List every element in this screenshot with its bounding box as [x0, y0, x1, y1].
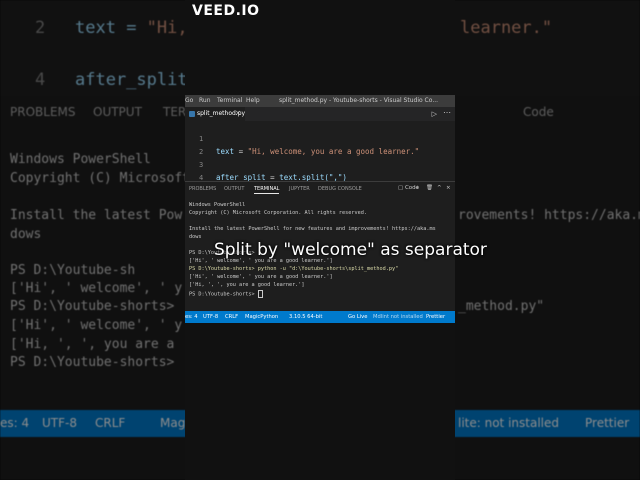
- video-caption: Split by "welcome" as separator: [214, 240, 487, 260]
- terminal-line: dows: [189, 234, 202, 240]
- bg-term-fragment: rovements! https://aka.ms: [458, 208, 640, 223]
- tab-output[interactable]: OUTPUT: [224, 186, 244, 192]
- bg-line-number: 2: [35, 18, 46, 38]
- chevron-up-icon[interactable]: ^: [437, 185, 442, 191]
- bg-tab: PROBLEMS: [10, 105, 76, 119]
- vscode-window: Go Run Terminal Help split_method.py - Y…: [185, 95, 455, 323]
- menu-run[interactable]: Run: [199, 97, 211, 104]
- status-spaces[interactable]: es: 4: [185, 314, 198, 320]
- status-language[interactable]: MagicPython: [245, 314, 278, 320]
- status-python-version[interactable]: 3.10.5 64-bit: [289, 314, 322, 320]
- status-mdlint[interactable]: Mdlint not installed: [373, 314, 423, 320]
- bg-term-line: ['Hi, ', ', you are a: [10, 337, 175, 352]
- bg-status-item: es: 4: [0, 416, 30, 430]
- bg-status-item: CRLF: [95, 416, 126, 430]
- status-go-live[interactable]: Go Live: [348, 314, 367, 320]
- bg-term-line: Windows PowerShell: [10, 152, 151, 167]
- line-number: 1: [199, 135, 204, 143]
- bg-code-line: text = "Hi,: [75, 18, 188, 38]
- status-bar: es: 4 UTF-8 CRLF MagicPython 3.10.5 64-b…: [185, 311, 455, 323]
- bg-code-op: =: [115, 18, 147, 38]
- menu-help[interactable]: Help: [246, 97, 260, 104]
- bg-term-line: PS D:\Youtube-sh: [10, 263, 136, 278]
- menu-go[interactable]: Go: [185, 97, 193, 104]
- tab-debug-console[interactable]: DEBUG CONSOLE: [318, 186, 362, 192]
- tab-problems[interactable]: PROBLEMS: [189, 186, 216, 192]
- code-var: text: [216, 147, 235, 156]
- bg-term-line: Install the latest Pow: [10, 208, 183, 223]
- veed-watermark: VEED.IO: [192, 3, 260, 19]
- terminal-line: Windows PowerShell: [189, 202, 246, 208]
- bg-status-item: UTF-8: [42, 416, 77, 430]
- terminal-prompt[interactable]: PS D:\Youtube-shorts>: [189, 290, 263, 298]
- terminal-line: ['Hi, ', ', you are a good learner.']: [189, 282, 305, 288]
- trash-icon[interactable]: 🗑: [426, 185, 433, 191]
- add-terminal-icon[interactable]: +: [415, 185, 420, 191]
- tab-terminal[interactable]: TERMINAL: [254, 186, 280, 194]
- terminal-icon: ▢: [398, 185, 405, 191]
- editor-tab-split-method[interactable]: split_method.py ×: [185, 107, 245, 121]
- bg-tab: TER: [163, 105, 187, 119]
- close-icon[interactable]: ×: [235, 109, 241, 117]
- status-eol[interactable]: CRLF: [225, 314, 238, 320]
- terminal-line: Install the latest PowerShell for new fe…: [189, 226, 436, 232]
- bg-code-tail: learner.": [460, 18, 553, 38]
- bg-status-item: Prettier: [585, 416, 630, 430]
- bg-term-line: dows: [10, 227, 42, 242]
- bg-line-number: 4: [35, 70, 46, 90]
- bg-code-line: after_split: [75, 70, 188, 90]
- bg-status-item: lite: not installed: [458, 416, 559, 430]
- tab-jupyter[interactable]: JUPYTER: [289, 186, 310, 192]
- close-panel-icon[interactable]: ×: [446, 185, 451, 191]
- status-encoding[interactable]: UTF-8: [203, 314, 218, 320]
- bg-code-var: text: [75, 18, 116, 38]
- bg-tab: OUTPUT: [93, 105, 142, 119]
- title-bar: Go Run Terminal Help split_method.py - Y…: [185, 95, 455, 107]
- terminal-cursor: [257, 290, 263, 298]
- code-line-2: text = "Hi, welcome, you are a good lear…: [216, 147, 419, 156]
- bg-term-line: PS D:\Youtube-shorts>: [10, 355, 175, 370]
- code-string: "Hi, welcome, you are a good learner.": [247, 147, 420, 156]
- status-prettier[interactable]: Prettier: [426, 314, 445, 320]
- python-file-icon: [189, 111, 195, 117]
- menu-terminal[interactable]: Terminal: [217, 97, 242, 104]
- window-title: split_method.py - Youtube-shorts - Visua…: [279, 97, 439, 104]
- terminal-line: ['Hi', ' welcome', ' you are a good lear…: [189, 274, 333, 280]
- line-number: 2: [199, 148, 204, 156]
- run-icon[interactable]: ▷: [432, 110, 437, 118]
- bg-term-line: PS D:\Youtube-shorts>: [10, 299, 175, 314]
- more-actions-icon[interactable]: ⋯: [443, 108, 451, 117]
- bg-tab: Code: [523, 105, 554, 119]
- terminal-prompt-text: PS D:\Youtube-shorts>: [189, 291, 258, 298]
- bg-code-str: "Hi,: [146, 18, 188, 38]
- bg-term-line: ['Hi', ' welcome', ' y: [10, 281, 183, 296]
- code-editor[interactable]: 1 2 text = "Hi, welcome, you are a good …: [185, 123, 455, 182]
- editor-tab-bar: split_method.py × ▷ ⋯: [185, 107, 455, 121]
- code-op: =: [234, 147, 248, 156]
- terminal-line: Copyright (C) Microsoft Corporation. All…: [189, 210, 368, 216]
- terminal-command-line: PS D:\Youtube-shorts> python -u "d:\Yout…: [189, 266, 399, 272]
- bg-term-line: ['Hi', ' welcome', ' y: [10, 318, 183, 333]
- bg-term-line: Copyright (C) Microsoft: [10, 171, 191, 186]
- line-number: 3: [199, 161, 204, 169]
- bg-term-fragment: _method.py": [458, 299, 545, 314]
